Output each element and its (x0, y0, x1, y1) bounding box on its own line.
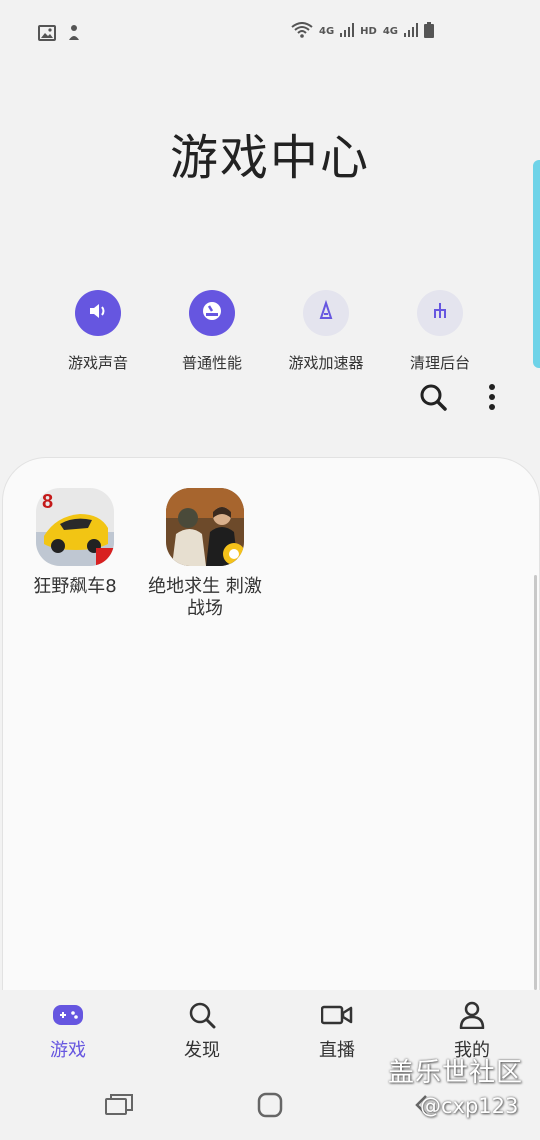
battery-icon (424, 22, 434, 41)
booster-icon (315, 299, 337, 326)
nav-label: 游戏 (50, 1040, 86, 1061)
video-icon (292, 1000, 382, 1030)
performance-icon (201, 300, 223, 326)
quick-setting-performance[interactable]: 普通性能 (157, 290, 267, 373)
game-name: 绝地求生 刺激 战场 (148, 576, 262, 619)
nav-label: 发现 (184, 1040, 220, 1061)
person-icon (427, 1000, 517, 1030)
svg-text:8: 8 (42, 491, 53, 513)
nav-label: 直播 (319, 1040, 355, 1061)
quick-setting-label: 普通性能 (181, 354, 242, 372)
gamepad-icon (23, 1000, 113, 1030)
game-icon: 8 (36, 488, 114, 566)
game-item-asphalt8[interactable]: 8 狂野飙车8 (5, 488, 145, 598)
edge-panel-handle[interactable] (533, 160, 540, 368)
signal-icon (340, 23, 355, 40)
quick-setting-game-sound[interactable]: 游戏声音 (43, 290, 153, 373)
home-icon[interactable] (257, 1092, 283, 1122)
game-icon (166, 488, 244, 566)
image-icon (38, 25, 56, 45)
nav-tab-live[interactable]: 直播 (292, 1000, 382, 1062)
notification-icon (66, 24, 82, 46)
wifi-icon (291, 22, 313, 41)
quick-setting-label: 清理后台 (409, 354, 470, 372)
status-bar: 4G HD 4G (0, 0, 540, 68)
recent-apps-icon[interactable] (104, 1092, 134, 1120)
more-vert-icon[interactable] (477, 382, 507, 412)
search-icon (157, 1000, 247, 1030)
quick-setting-label: 游戏声音 (67, 354, 128, 372)
network-type-label: 4G (382, 26, 398, 37)
signal-icon (404, 23, 418, 40)
hd-label: HD (360, 26, 377, 37)
search-icon[interactable] (418, 382, 448, 412)
nav-tab-games[interactable]: 游戏 (23, 1000, 113, 1062)
quick-setting-booster[interactable]: 游戏加速器 (271, 290, 381, 373)
watermark-text: 盖乐世社区 (388, 1058, 524, 1088)
game-item-pubg[interactable]: 绝地求生 刺激 战场 (135, 488, 275, 620)
network-type-label: 4G (318, 26, 335, 37)
page-title: 游戏中心 (169, 130, 370, 186)
watermark-username: @cxp123 (420, 1094, 519, 1118)
clean-icon (429, 300, 451, 326)
scrollbar[interactable] (534, 575, 537, 990)
quick-setting-label: 游戏加速器 (288, 354, 364, 372)
game-name: 狂野飙车8 (33, 576, 117, 597)
sound-icon (87, 300, 109, 326)
quick-setting-clean[interactable]: 清理后台 (385, 290, 495, 373)
nav-tab-discover[interactable]: 发现 (157, 1000, 247, 1062)
